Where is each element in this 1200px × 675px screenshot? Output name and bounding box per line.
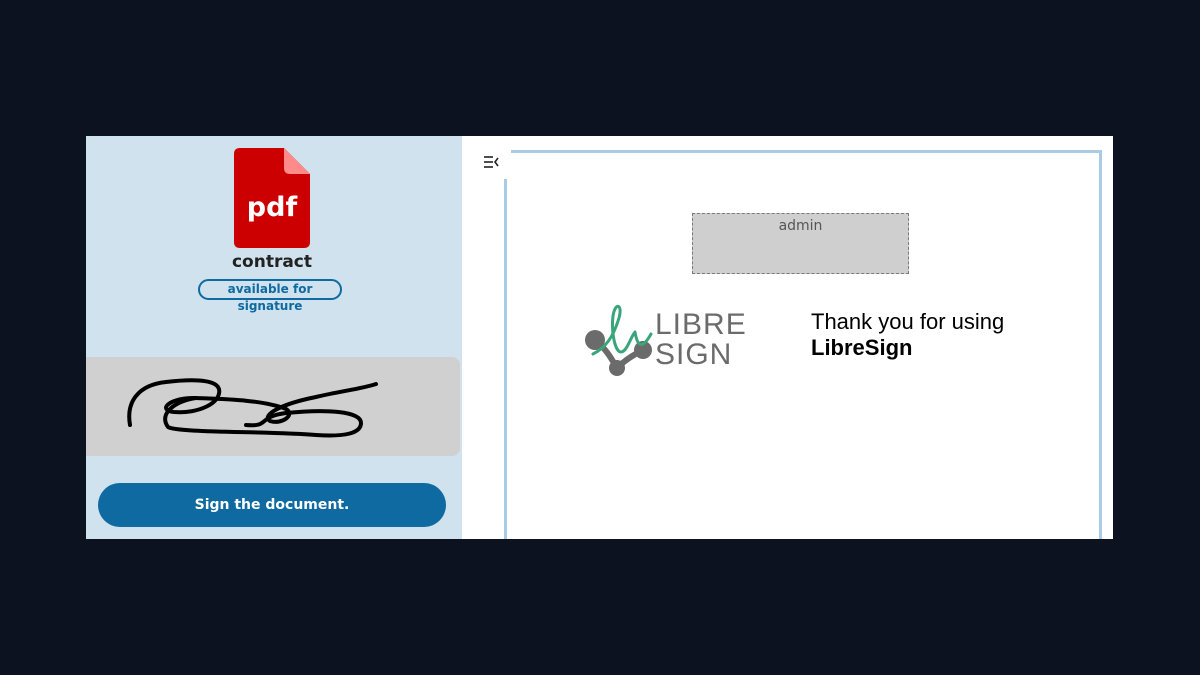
signature-field-placeholder[interactable]: admin [692, 213, 909, 274]
document-name: contract [231, 252, 313, 272]
libresign-logo: LIBRE SIGN [585, 298, 755, 378]
pdf-page-preview: admin LIBRE SIGN Thank you for using Lib… [503, 149, 1102, 539]
sidebar-toggle-icon[interactable] [482, 154, 500, 170]
sign-document-button[interactable]: Sign the document. [98, 483, 446, 527]
handwritten-signature [127, 378, 378, 438]
logo-text-sign: SIGN [655, 338, 733, 371]
thank-you-message: Thank you for using LibreSign [811, 309, 1071, 361]
signature-preview[interactable] [86, 357, 460, 456]
status-badge: available for signature [198, 279, 342, 313]
pdf-file-icon: pdf [234, 148, 310, 248]
file-type-label: pdf [246, 192, 298, 223]
app-frame: pdf contract available for signature Sig… [86, 136, 1113, 539]
document-sidebar: pdf contract available for signature Sig… [86, 136, 462, 539]
libresign-logo-mark [585, 305, 653, 376]
logo-text-libre: LIBRE [655, 308, 747, 341]
document-viewer: admin LIBRE SIGN Thank you for using Lib… [462, 136, 1113, 539]
brand-name: LibreSign [811, 335, 913, 360]
thank-you-text: Thank you for using [811, 309, 1005, 334]
